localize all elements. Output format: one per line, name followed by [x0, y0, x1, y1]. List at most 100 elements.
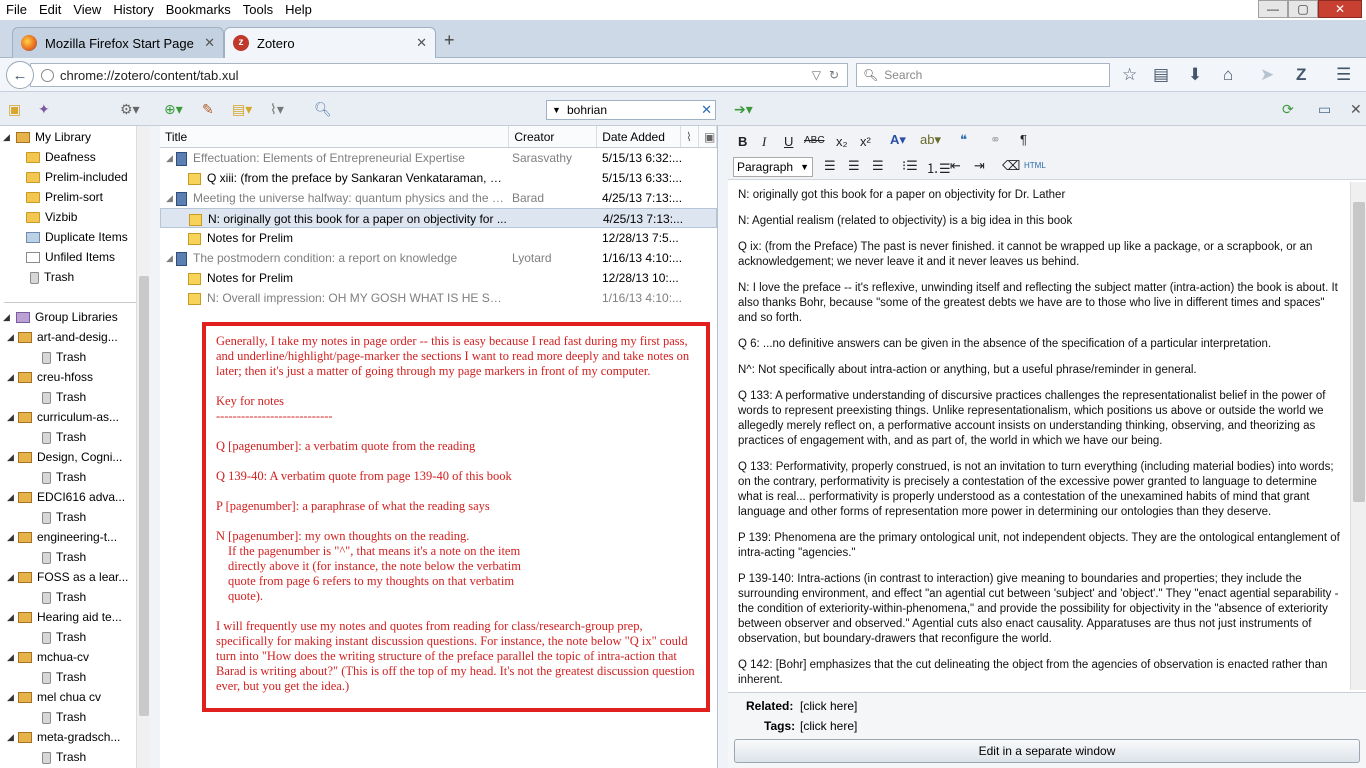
- hamburger-menu-icon[interactable]: ☰: [1336, 65, 1351, 85]
- edit-separate-window-button[interactable]: Edit in a separate window: [734, 739, 1360, 763]
- search-bar[interactable]: 🔍︎ Search: [856, 63, 1110, 87]
- group-trash[interactable]: Trash: [0, 547, 149, 567]
- align-center-icon[interactable]: ☰: [848, 158, 860, 174]
- close-tab-icon[interactable]: ✕: [416, 35, 427, 51]
- group-library[interactable]: ◢ engineering-t...: [0, 527, 149, 547]
- align-right-icon[interactable]: ☰: [872, 158, 884, 174]
- reading-list-icon[interactable]: ▤: [1153, 65, 1169, 85]
- attachment-column-icon[interactable]: ⌇: [681, 126, 700, 147]
- strikethrough-button[interactable]: ABC: [804, 135, 825, 146]
- collapse-icon[interactable]: ◢: [7, 607, 14, 627]
- new-tab-button[interactable]: +: [444, 30, 455, 51]
- table-row[interactable]: Q xiii: (from the preface by Sankaran Ve…: [160, 168, 717, 188]
- collection-item[interactable]: Prelim-sort: [0, 187, 149, 207]
- italic-button[interactable]: I: [762, 134, 766, 150]
- pilcrow-icon[interactable]: ¶: [1020, 132, 1027, 147]
- menu-history[interactable]: History: [107, 0, 159, 20]
- zotero-search-input[interactable]: ▼ bohrian ✕: [546, 100, 716, 120]
- collapse-icon[interactable]: ◢: [7, 567, 14, 587]
- pane-splitter[interactable]: [718, 126, 728, 768]
- minimize-button[interactable]: —: [1258, 0, 1288, 18]
- column-picker-icon[interactable]: ▣: [699, 126, 718, 147]
- close-tab-icon[interactable]: ✕: [204, 35, 215, 51]
- group-library[interactable]: ◢ FOSS as a lear...: [0, 567, 149, 587]
- maximize-button[interactable]: ▢: [1288, 0, 1318, 18]
- forward-arrow-icon[interactable]: ➔▾: [734, 101, 753, 118]
- collapse-icon[interactable]: ◢: [166, 148, 173, 168]
- new-collection-icon[interactable]: ▣: [8, 101, 21, 118]
- group-library[interactable]: ◢ meta-gradsch...: [0, 727, 149, 747]
- search-dropdown-icon[interactable]: ▼: [552, 105, 561, 115]
- collection-group-libraries[interactable]: ◢ Group Libraries: [0, 307, 149, 327]
- group-trash[interactable]: Trash: [0, 587, 149, 607]
- tab-zotero[interactable]: z Zotero ✕: [224, 27, 436, 58]
- group-trash[interactable]: Trash: [0, 467, 149, 487]
- table-row[interactable]: ◢ Meeting the universe halfway: quantum …: [160, 188, 717, 208]
- bold-button[interactable]: B: [738, 134, 747, 149]
- table-row-selected[interactable]: N: originally got this book for a paper …: [160, 208, 717, 228]
- outdent-icon[interactable]: ⇤: [950, 158, 961, 174]
- pane-splitter[interactable]: [150, 126, 160, 768]
- group-library[interactable]: ◢ art-and-desig...: [0, 327, 149, 347]
- column-title[interactable]: Title: [160, 126, 510, 147]
- subscript-button[interactable]: x₂: [836, 134, 848, 149]
- close-window-button[interactable]: ✕: [1318, 0, 1362, 18]
- collapse-icon[interactable]: ◢: [166, 248, 173, 268]
- url-bar[interactable]: chrome://zotero/content/tab.xul ▽ ↻: [30, 63, 848, 87]
- search-value[interactable]: bohrian: [567, 103, 701, 117]
- scrollbar-thumb[interactable]: [1353, 202, 1365, 502]
- collection-item[interactable]: Deafness: [0, 147, 149, 167]
- html-source-icon[interactable]: HTML: [1024, 161, 1046, 170]
- dropdown-icon[interactable]: ▽: [812, 68, 821, 82]
- paragraph-format-select[interactable]: Paragraph ▼: [733, 157, 813, 177]
- group-trash[interactable]: Trash: [0, 507, 149, 527]
- column-creator[interactable]: Creator: [509, 126, 598, 147]
- menu-edit[interactable]: Edit: [33, 0, 67, 20]
- collapse-icon[interactable]: ◢: [7, 407, 14, 427]
- menu-help[interactable]: Help: [279, 0, 318, 20]
- url-text[interactable]: chrome://zotero/content/tab.xul: [60, 68, 812, 83]
- menu-tools[interactable]: Tools: [237, 0, 279, 20]
- collapse-icon[interactable]: ◢: [3, 127, 10, 147]
- attach-icon[interactable]: ⌇▾: [270, 101, 284, 118]
- link-icon[interactable]: ⚭: [990, 132, 1001, 148]
- highlight-icon[interactable]: ab▾: [920, 132, 941, 148]
- new-item-icon[interactable]: ⊕▾: [164, 101, 183, 118]
- group-trash[interactable]: Trash: [0, 707, 149, 727]
- collapse-icon[interactable]: ◢: [7, 527, 14, 547]
- collapse-icon[interactable]: ◢: [7, 327, 14, 347]
- zotero-z-icon[interactable]: Z: [1296, 65, 1306, 85]
- group-trash[interactable]: Trash: [0, 427, 149, 447]
- collections-scrollbar[interactable]: [136, 126, 150, 768]
- collection-item[interactable]: Unfiled Items: [0, 247, 149, 267]
- group-trash[interactable]: Trash: [0, 387, 149, 407]
- table-row[interactable]: ◢ Effectuation: Elements of Entrepreneur…: [160, 148, 717, 168]
- text-color-icon[interactable]: A▾: [890, 132, 906, 148]
- collection-item[interactable]: Vizbib: [0, 207, 149, 227]
- close-zotero-icon[interactable]: ✕: [1350, 101, 1362, 118]
- collapse-icon[interactable]: ◢: [7, 647, 14, 667]
- actions-gear-icon[interactable]: ⚙▾: [120, 101, 140, 118]
- collapse-icon[interactable]: ◢: [7, 367, 14, 387]
- collection-item[interactable]: Prelim-included: [0, 167, 149, 187]
- group-trash[interactable]: Trash: [0, 627, 149, 647]
- table-row[interactable]: Notes for Prelim 12/28/13 7:5...: [160, 228, 717, 248]
- note-content[interactable]: N: originally got this book for a paper …: [728, 182, 1350, 690]
- table-row[interactable]: Notes for Prelim 12/28/13 10:...: [160, 268, 717, 288]
- group-library[interactable]: ◢ curriculum-as...: [0, 407, 149, 427]
- column-date-added[interactable]: Date Added: [597, 126, 682, 147]
- collapse-icon[interactable]: ◢: [7, 687, 14, 707]
- collapse-icon[interactable]: ◢: [7, 727, 14, 747]
- reload-icon[interactable]: ↻: [829, 68, 839, 82]
- group-library[interactable]: ◢ Hearing aid te...: [0, 607, 149, 627]
- back-icon[interactable]: ←: [6, 61, 34, 89]
- editor-scrollbar[interactable]: [1350, 182, 1366, 690]
- collection-my-library[interactable]: ◢ My Library: [0, 127, 149, 147]
- numbered-list-icon[interactable]: ⒈☰: [926, 158, 951, 177]
- superscript-button[interactable]: x²: [860, 134, 871, 149]
- group-library[interactable]: ◢ Design, Cogni...: [0, 447, 149, 467]
- tags-link[interactable]: [click here]: [800, 719, 857, 733]
- new-group-icon[interactable]: ✦: [38, 101, 50, 118]
- clear-formatting-icon[interactable]: ⌫: [1002, 158, 1020, 174]
- collapse-icon[interactable]: ◢: [166, 188, 173, 208]
